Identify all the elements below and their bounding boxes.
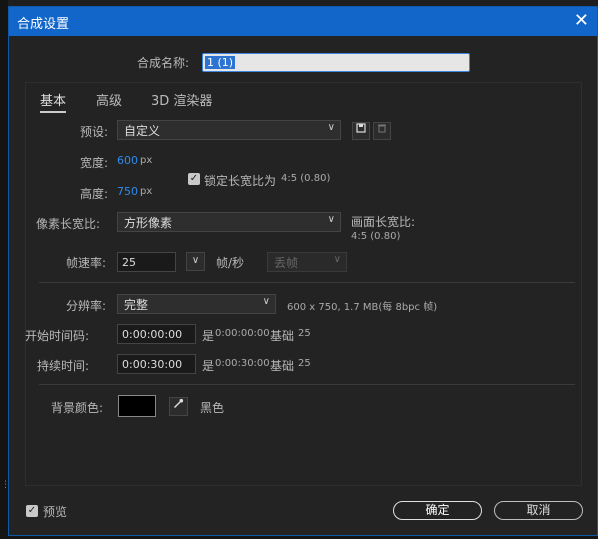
tab-3d-renderer[interactable]: 3D 渲染器 [151, 90, 212, 109]
resolution-dropdown[interactable]: 完整 ∨ [117, 294, 276, 314]
dialog-title: 合成设置 [17, 17, 70, 32]
preview-checkbox[interactable]: ✓ [26, 505, 38, 517]
duration-base-label: 基础 [270, 359, 295, 373]
eyedropper-icon[interactable] [169, 397, 188, 416]
tab-advanced[interactable]: 高级 [96, 90, 122, 109]
save-preset-icon[interactable] [352, 122, 370, 140]
width-label: 宽度: [80, 156, 109, 170]
divider [39, 282, 575, 283]
frame-rate-label: 帧速率: [66, 256, 107, 270]
pixel-aspect-label: 像素长宽比: [36, 217, 101, 231]
duration-is-text: 是 [202, 359, 215, 373]
background-color-name: 黑色 [200, 401, 225, 415]
drop-frame-dropdown: 丢帧 ∨ [267, 252, 347, 272]
frame-rate-menu-button[interactable]: ∨ [186, 252, 205, 271]
duration-input[interactable] [117, 354, 196, 374]
start-timecode-is-value: 0:00:00:00 [215, 328, 270, 339]
width-unit: px [140, 155, 153, 166]
tab-basic[interactable]: 基本 [40, 90, 67, 113]
divider [39, 384, 575, 385]
background-color-swatch[interactable] [118, 395, 156, 417]
chevron-down-icon: ∨ [191, 255, 200, 266]
drop-frame-value: 丢帧 [274, 256, 299, 270]
pixel-aspect-value: 方形像素 [124, 216, 173, 230]
resolution-label: 分辨率: [66, 299, 107, 313]
start-timecode-label: 开始时间码: [25, 329, 90, 343]
ok-button[interactable]: 确定 [393, 501, 482, 520]
height-label: 高度: [80, 187, 109, 201]
composition-name-label: 合成名称: [137, 56, 190, 70]
chevron-down-icon: ∨ [333, 254, 341, 265]
preset-value: 自定义 [124, 124, 161, 138]
preset-label: 预设: [80, 125, 109, 139]
preview-label: 预览 [43, 505, 68, 519]
composition-settings-dialog: 合成设置 ✕ 合成名称: 1 (1) 基本 高级 3D 渲染器 预设: 自定义 … [8, 6, 598, 536]
start-timecode-base-label: 基础 [270, 329, 295, 343]
chevron-down-icon: ∨ [327, 214, 335, 225]
lock-aspect-ratio: 4:5 (0.80) [281, 173, 331, 184]
preset-dropdown[interactable]: 自定义 ∨ [117, 120, 341, 140]
background-window-strip: ⋮ [0, 0, 10, 539]
frame-aspect-label: 画面长宽比: [351, 215, 416, 229]
pixel-aspect-dropdown[interactable]: 方形像素 ∨ [117, 212, 341, 232]
chevron-down-icon: ∨ [327, 122, 335, 133]
composition-name-value: 1 (1) [205, 56, 236, 69]
lock-aspect-label: 锁定长宽比为 [204, 174, 277, 188]
chevron-down-icon: ∨ [262, 296, 270, 307]
title-bar[interactable]: 合成设置 ✕ [9, 7, 597, 36]
start-timecode-input[interactable] [117, 324, 196, 344]
frame-aspect-value: 4:5 (0.80) [351, 231, 401, 242]
height-unit: px [140, 186, 153, 197]
resolution-info: 600 x 750, 1.7 MB(每 8bpc 帧) [287, 302, 438, 313]
height-value[interactable]: 750 [117, 185, 138, 198]
resolution-value: 完整 [124, 298, 149, 312]
frame-rate-unit: 帧/秒 [216, 256, 245, 270]
trash-icon[interactable] [373, 122, 391, 140]
cancel-button[interactable]: 取消 [494, 501, 583, 520]
duration-base-value: 25 [298, 358, 311, 369]
close-icon[interactable]: ✕ [574, 10, 589, 31]
duration-label: 持续时间: [37, 359, 90, 373]
lock-aspect-checkbox[interactable]: ✓ [188, 173, 200, 185]
background-color-label: 背景颜色: [51, 401, 104, 415]
settings-panel [25, 82, 582, 486]
duration-is-value: 0:00:30:00 [215, 358, 270, 369]
start-timecode-base-value: 25 [298, 328, 311, 339]
frame-rate-input[interactable] [117, 252, 176, 272]
composition-name-input[interactable]: 1 (1) [202, 53, 470, 72]
width-value[interactable]: 600 [117, 154, 138, 167]
start-timecode-is-text: 是 [202, 329, 215, 343]
